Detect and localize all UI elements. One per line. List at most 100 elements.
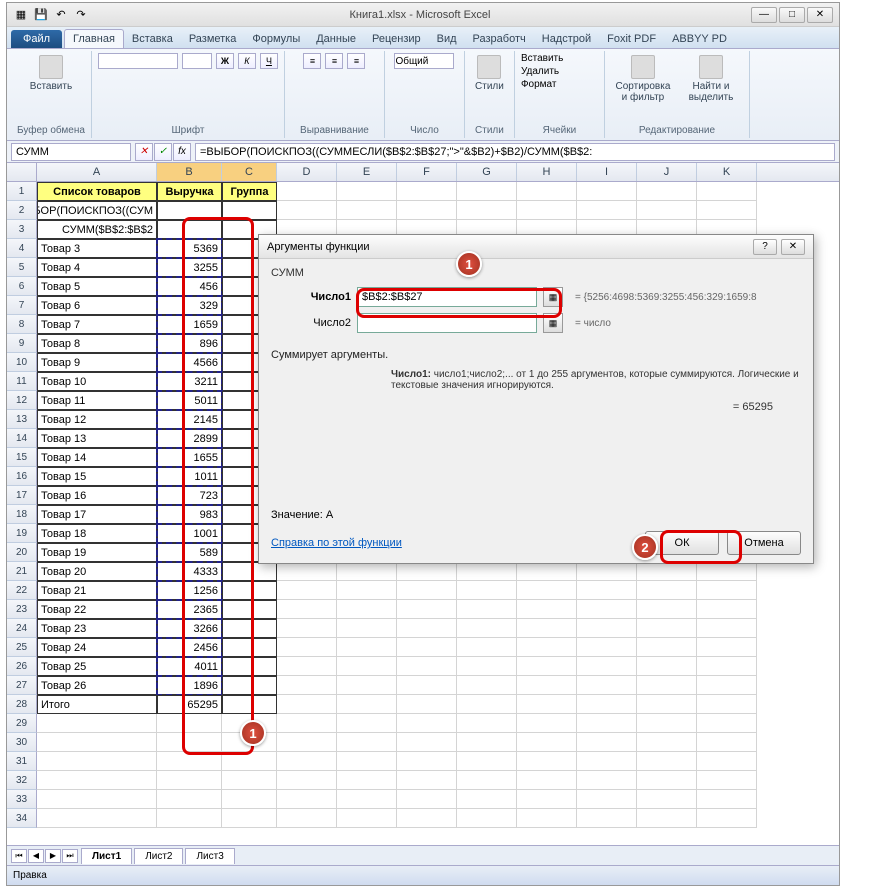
close-button[interactable]: ✕ (807, 7, 833, 23)
product-value[interactable]: 1659 (157, 315, 222, 334)
cell[interactable] (277, 619, 337, 638)
cell[interactable] (457, 562, 517, 581)
cell[interactable] (337, 790, 397, 809)
product-value[interactable]: 3255 (157, 258, 222, 277)
cell[interactable] (697, 657, 757, 676)
cell[interactable] (397, 600, 457, 619)
row-head[interactable]: 4 (7, 239, 37, 258)
cell[interactable] (697, 638, 757, 657)
row-head[interactable]: 14 (7, 429, 37, 448)
product-name[interactable]: Товар 18 (37, 524, 157, 543)
cell[interactable] (577, 562, 637, 581)
col-A[interactable]: A (37, 163, 157, 181)
sheet-tab-3[interactable]: Лист3 (185, 848, 234, 864)
cell[interactable] (157, 790, 222, 809)
product-value[interactable]: 4566 (157, 353, 222, 372)
cell[interactable]: СУММ($B$2:$B$2 (37, 220, 157, 239)
col-H[interactable]: H (517, 163, 577, 181)
product-name[interactable]: Товар 3 (37, 239, 157, 258)
group-cell[interactable] (222, 600, 277, 619)
nav-next[interactable]: ▶ (45, 849, 61, 863)
product-name[interactable]: Товар 11 (37, 391, 157, 410)
cell[interactable] (337, 581, 397, 600)
align-center[interactable]: ≡ (325, 53, 343, 69)
row-head[interactable]: 32 (7, 771, 37, 790)
cell[interactable] (337, 771, 397, 790)
cell[interactable] (337, 752, 397, 771)
italic-button[interactable]: К (238, 53, 256, 69)
arg2-input[interactable] (357, 313, 537, 333)
tab-data[interactable]: Данные (308, 30, 364, 48)
header-c[interactable]: Группа (222, 182, 277, 201)
cell[interactable] (397, 676, 457, 695)
cell[interactable] (577, 752, 637, 771)
row-head[interactable]: 10 (7, 353, 37, 372)
cell[interactable] (157, 771, 222, 790)
cell[interactable] (37, 714, 157, 733)
product-value[interactable]: 456 (157, 277, 222, 296)
product-value[interactable]: 1001 (157, 524, 222, 543)
cancel-button[interactable]: Отмена (727, 531, 801, 555)
product-name[interactable]: Товар 19 (37, 543, 157, 562)
cell[interactable] (337, 562, 397, 581)
row-head[interactable]: 29 (7, 714, 37, 733)
tab-formulas[interactable]: Формулы (244, 30, 308, 48)
cell[interactable] (337, 619, 397, 638)
cell[interactable] (637, 600, 697, 619)
cell[interactable] (577, 733, 637, 752)
cell[interactable] (37, 771, 157, 790)
align-right[interactable]: ≡ (347, 53, 365, 69)
cell[interactable] (577, 638, 637, 657)
row-head[interactable]: 30 (7, 733, 37, 752)
product-value[interactable]: 723 (157, 486, 222, 505)
cell[interactable] (222, 790, 277, 809)
row-head[interactable]: 18 (7, 505, 37, 524)
cancel-formula[interactable]: ✕ (135, 143, 153, 161)
cell[interactable] (337, 733, 397, 752)
cell[interactable] (637, 676, 697, 695)
cell[interactable] (457, 619, 517, 638)
row-head[interactable]: 31 (7, 752, 37, 771)
cell[interactable] (397, 809, 457, 828)
cell[interactable] (457, 600, 517, 619)
cell[interactable] (577, 714, 637, 733)
cell[interactable] (337, 638, 397, 657)
cell[interactable] (157, 201, 222, 220)
product-name[interactable]: Товар 7 (37, 315, 157, 334)
cell[interactable] (157, 733, 222, 752)
cell[interactable] (697, 771, 757, 790)
cell[interactable] (697, 581, 757, 600)
cell[interactable] (577, 581, 637, 600)
cell[interactable] (517, 695, 577, 714)
cell[interactable] (277, 695, 337, 714)
row-head[interactable]: 20 (7, 543, 37, 562)
cell[interactable] (637, 733, 697, 752)
row-head[interactable]: 15 (7, 448, 37, 467)
row-head[interactable]: 5 (7, 258, 37, 277)
styles-button[interactable]: Стили (473, 53, 506, 94)
row-head[interactable]: 2 (7, 201, 37, 220)
insert-cells[interactable]: Вставить (521, 53, 563, 64)
row-head[interactable]: 23 (7, 600, 37, 619)
cell[interactable] (457, 201, 517, 220)
formula-bar[interactable]: =ВЫБОР(ПОИСКПОЗ((СУММЕСЛИ($B$2:$B$27;">"… (195, 143, 835, 161)
product-value[interactable]: 4333 (157, 562, 222, 581)
cell[interactable] (222, 752, 277, 771)
row-head[interactable]: 13 (7, 410, 37, 429)
cell[interactable] (697, 733, 757, 752)
cell[interactable] (697, 562, 757, 581)
product-name[interactable]: Товар 8 (37, 334, 157, 353)
cell[interactable] (457, 695, 517, 714)
cell[interactable] (397, 733, 457, 752)
group-cell[interactable] (222, 562, 277, 581)
cell[interactable] (277, 752, 337, 771)
total-label[interactable]: Итого (37, 695, 157, 714)
cell[interactable] (577, 790, 637, 809)
cell[interactable] (517, 581, 577, 600)
cell[interactable] (397, 752, 457, 771)
tab-abbyy[interactable]: ABBYY PD (664, 30, 735, 48)
cell[interactable] (517, 657, 577, 676)
number-format[interactable] (394, 53, 454, 69)
group-cell[interactable] (222, 581, 277, 600)
col-I[interactable]: I (577, 163, 637, 181)
